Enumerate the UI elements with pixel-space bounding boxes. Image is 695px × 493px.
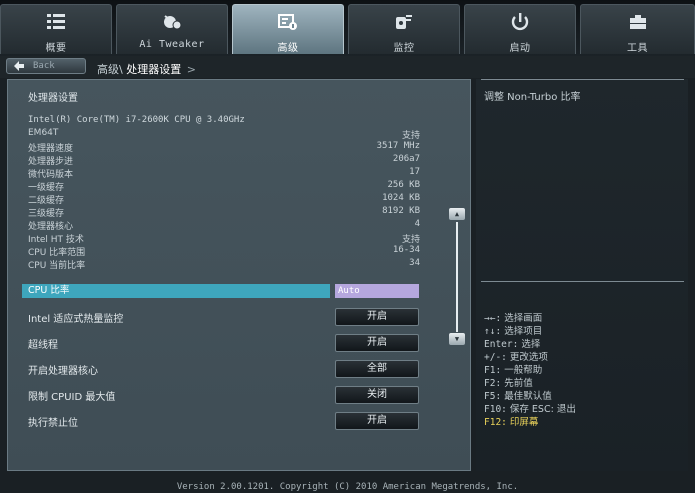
key-hint: F2: 先前值 <box>484 375 533 389</box>
divider <box>481 281 684 282</box>
key-hint: F10: 保存 ESC: 退出 <box>484 401 576 415</box>
info-label: CPU 当前比率 <box>28 261 86 271</box>
info-label: 微代码版本 <box>28 170 74 180</box>
key-hint: ↑↓: 选择项目 <box>484 323 542 337</box>
tab-label: 高级 <box>277 43 299 54</box>
info-row-l1-cache: 一级缓存 256 KB <box>28 180 420 193</box>
tab-advanced[interactable]: 高级 <box>232 4 344 54</box>
option-label-thermal-monitor[interactable]: Intel 适应式热量监控 <box>28 310 123 325</box>
tab-monitor[interactable]: 监控 <box>348 4 460 54</box>
tab-label: 概要 <box>45 43 67 54</box>
info-label: 二级缓存 <box>28 196 65 206</box>
back-button[interactable]: Back <box>6 58 86 74</box>
breadcrumb-current: 处理器设置 <box>126 63 182 76</box>
info-row-ht-tech: Intel HT 技术 支持 <box>28 232 420 245</box>
advanced-icon <box>278 14 297 30</box>
info-row-microcode: 微代码版本 17 <box>28 167 420 180</box>
help-description: 调整 Non-Turbo 比率 <box>484 92 581 103</box>
option-label-hyperthreading[interactable]: 超线程 <box>28 336 58 351</box>
info-label: 处理器步进 <box>28 157 74 167</box>
key-name: F12: <box>484 417 507 428</box>
info-label: 一级缓存 <box>28 183 65 193</box>
info-value: 34 <box>409 258 420 268</box>
info-row-cpu-stepping: 处理器步进 206a7 <box>28 154 420 167</box>
key-hint-printscreen: F12: 印屏幕 <box>484 414 538 428</box>
cpu-name: Intel(R) Core(TM) i7-2600K CPU @ 3.40GHz <box>28 115 245 125</box>
help-panel: 调整 Non-Turbo 比率 →←: 选择画面 ↑↓: 选择项目 Enter:… <box>476 79 688 471</box>
info-label: 处理器速度 <box>28 144 74 154</box>
chevron-up-icon: ▲ <box>454 210 460 218</box>
info-label: 处理器核心 <box>28 222 74 232</box>
info-value: 4 <box>414 219 420 229</box>
hyperthreading-button[interactable]: 开启 <box>335 334 419 352</box>
settings-panel: 处理器设置 Intel(R) Core(TM) i7-2600K CPU @ 3… <box>7 79 471 471</box>
version-footer: Version 2.00.1201. Copyright (C) 2010 Am… <box>176 482 519 492</box>
info-value: 1024 KB <box>382 193 420 203</box>
option-label-execute-disable[interactable]: 执行禁止位 <box>28 414 78 429</box>
key-hint: +/-: 更改选项 <box>484 349 548 363</box>
breadcrumb: 高级\ 处理器设置 > <box>97 61 198 77</box>
tab-label: 启动 <box>509 43 531 54</box>
key-hint: F1: 一般帮助 <box>484 362 542 376</box>
breadcrumb-parent[interactable]: 高级\ <box>97 63 123 76</box>
tab-ai-tweaker[interactable]: Ai Tweaker <box>116 4 228 54</box>
key-hint: →←: 选择画面 <box>484 310 542 324</box>
tweaker-icon <box>164 15 182 30</box>
back-arrow-icon <box>14 61 24 71</box>
tab-overview[interactable]: 概要 <box>0 4 112 54</box>
info-row-l2-cache: 二级缓存 1024 KB <box>28 193 420 206</box>
tab-boot[interactable]: 启动 <box>464 4 576 54</box>
info-row-l3-cache: 三级缓存 8192 KB <box>28 206 420 219</box>
info-value: 支持 <box>401 235 420 245</box>
thermal-monitor-button[interactable]: 开启 <box>335 308 419 326</box>
divider <box>481 79 684 80</box>
info-row-cpu-speed: 处理器速度 3517 MHz <box>28 141 420 154</box>
info-value: 206a7 <box>392 154 420 164</box>
option-label-active-cores[interactable]: 开启处理器核心 <box>28 362 98 377</box>
tab-label: Ai Tweaker <box>139 39 205 50</box>
chevron-down-icon: ▼ <box>454 335 460 343</box>
key-desc: 印屏幕 <box>506 417 539 428</box>
cpu-ratio-value[interactable]: Auto <box>335 284 419 298</box>
info-label: Intel HT 技术 <box>28 235 84 245</box>
info-label: CPU 比率范围 <box>28 248 86 258</box>
info-value: 8192 KB <box>382 206 420 216</box>
back-label: Back <box>33 61 55 71</box>
scrollbar-track[interactable] <box>456 222 458 332</box>
monitor-icon <box>396 15 412 29</box>
info-value: 16-34 <box>392 245 420 255</box>
active-cores-button[interactable]: 全部 <box>335 360 419 378</box>
info-value: 256 KB <box>387 180 420 190</box>
power-icon <box>511 13 529 31</box>
section-title: 处理器设置 <box>28 93 78 104</box>
option-cpu-ratio[interactable]: CPU 比率 <box>22 284 330 298</box>
info-row-ratio-range: CPU 比率范围 16-34 <box>28 245 420 258</box>
info-value: 支持 <box>401 131 420 141</box>
scroll-down-button[interactable]: ▼ <box>449 333 465 345</box>
key-hint: F5: 最佳默认值 <box>484 388 552 402</box>
execute-disable-button[interactable]: 开启 <box>335 412 419 430</box>
key-hint: Enter: 选择 <box>484 336 540 350</box>
top-tab-bar: 概要 Ai Tweaker 高级 监控 启动 工具 <box>0 0 695 56</box>
list-icon <box>47 14 65 29</box>
info-row-em64t: EM64T 支持 <box>28 128 420 141</box>
breadcrumb-arrow: > <box>186 63 196 76</box>
tab-label: 监控 <box>393 43 415 54</box>
info-label: 三级缓存 <box>28 209 65 219</box>
cpuid-limit-button[interactable]: 关闭 <box>335 386 419 404</box>
tab-tools[interactable]: 工具 <box>580 4 695 54</box>
option-label-cpuid-limit[interactable]: 限制 CPUID 最大值 <box>28 388 115 403</box>
scroll-up-button[interactable]: ▲ <box>449 208 465 220</box>
tab-label: 工具 <box>627 43 648 54</box>
info-row-current-ratio: CPU 当前比率 34 <box>28 258 420 271</box>
breadcrumb-bar: Back 高级\ 处理器设置 > <box>0 56 695 78</box>
tools-icon <box>629 15 646 29</box>
info-row-cpu-cores: 处理器核心 4 <box>28 219 420 232</box>
info-label: EM64T <box>28 128 59 138</box>
info-value: 17 <box>409 167 420 177</box>
info-value: 3517 MHz <box>376 141 420 151</box>
